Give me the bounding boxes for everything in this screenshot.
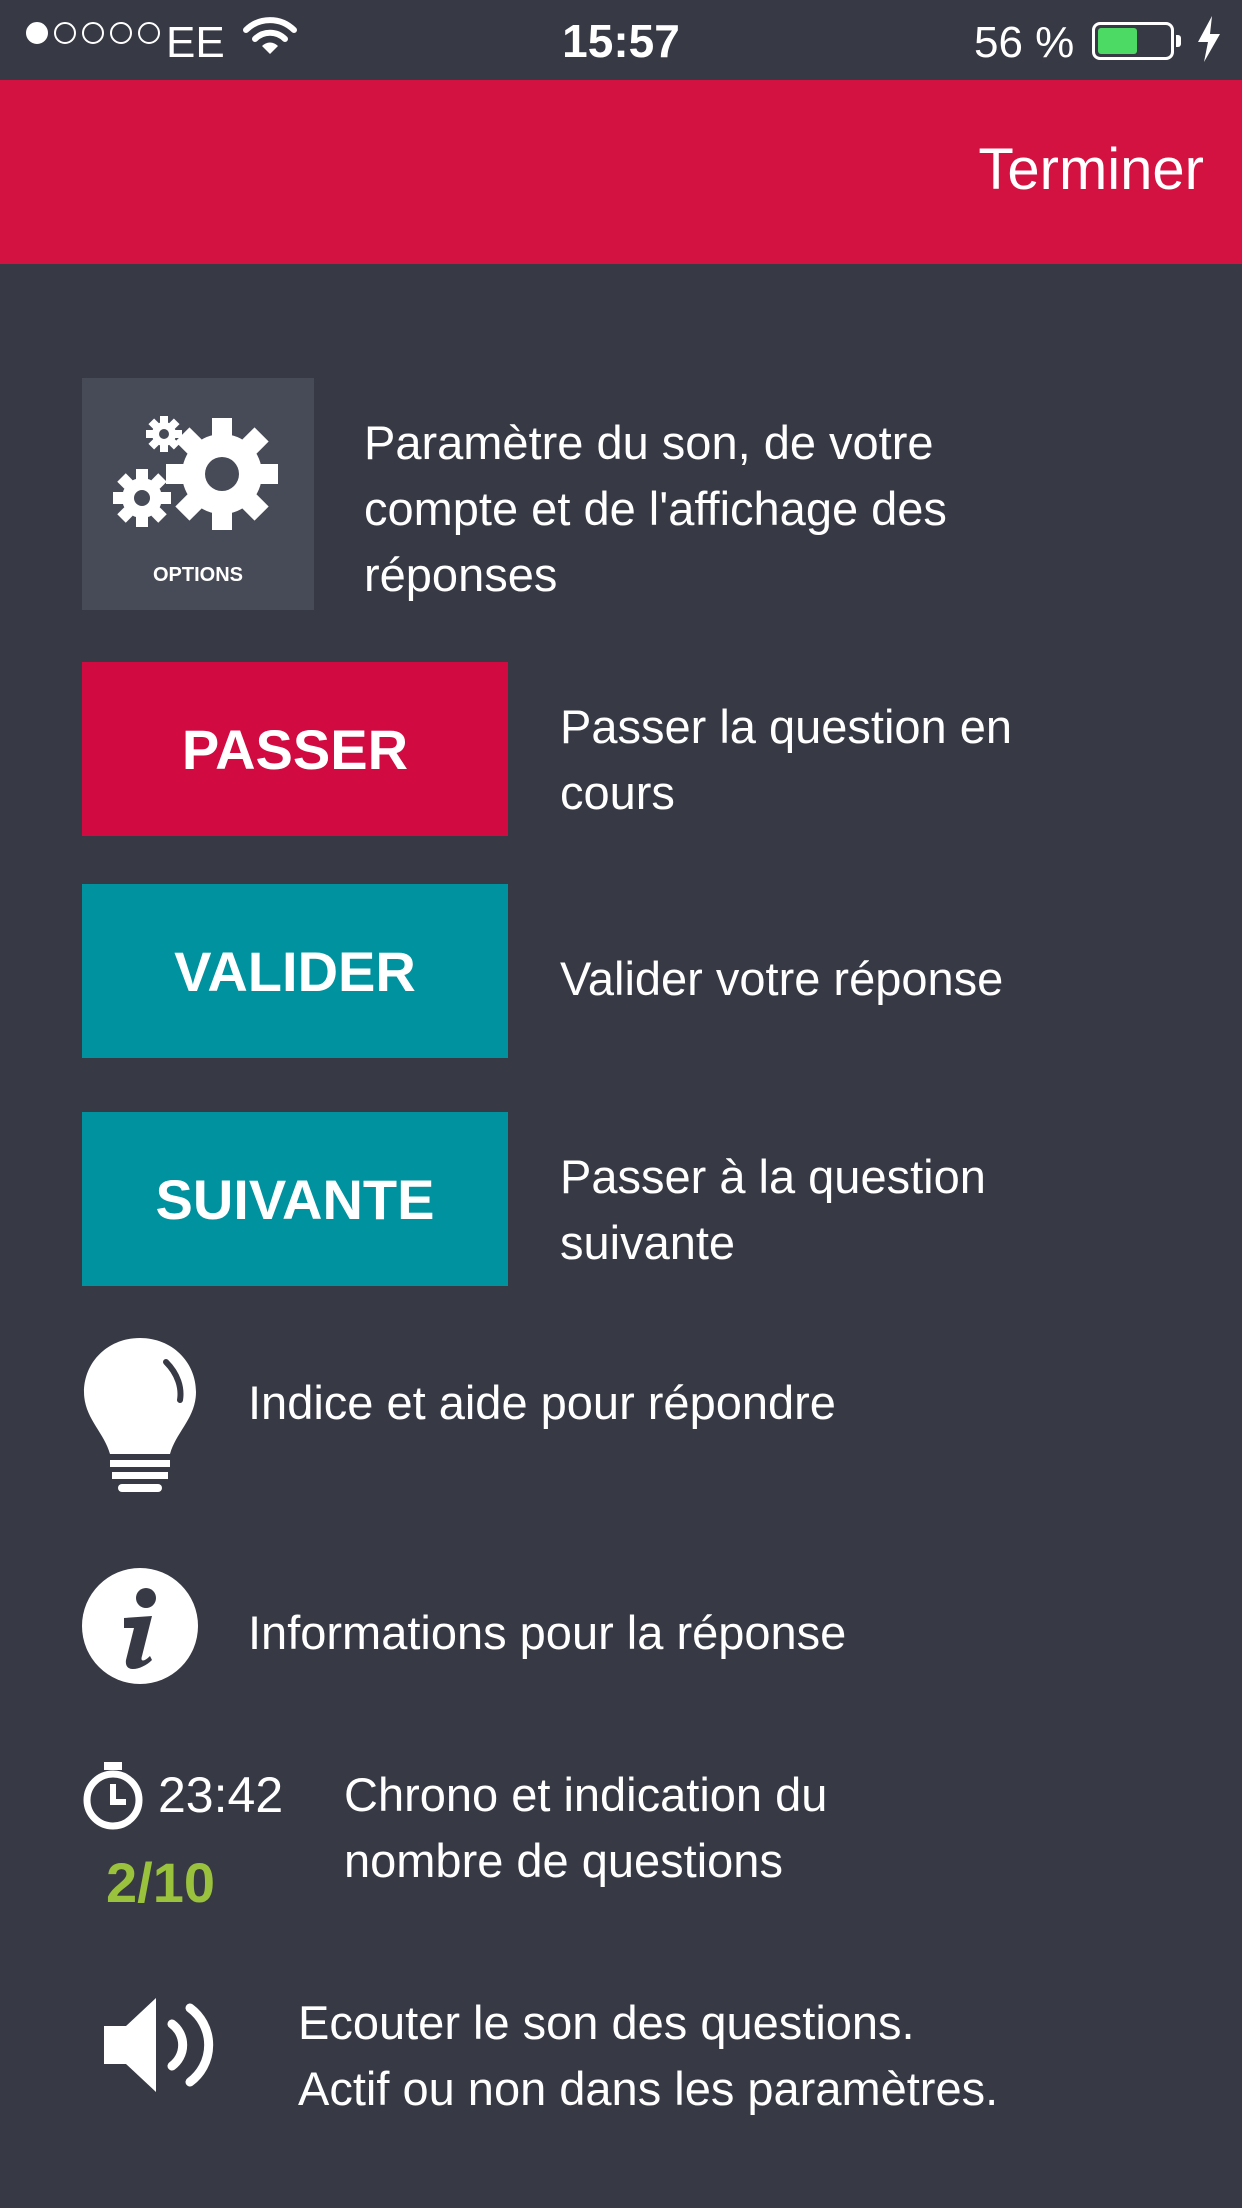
stopwatch-icon bbox=[80, 1762, 146, 1835]
finish-button[interactable]: Terminer bbox=[978, 136, 1204, 203]
description-line: suivante bbox=[560, 1216, 736, 1269]
description-line: nombre de questions bbox=[344, 1834, 783, 1887]
hint-description: Indice et aide pour répondre bbox=[248, 1376, 836, 1429]
validate-description: Valider votre réponse bbox=[560, 946, 1003, 1012]
next-description: Passer à la question suivante bbox=[560, 1144, 986, 1276]
next-button-sample: SUIVANTE bbox=[82, 1112, 508, 1286]
description-line: Passer à la question bbox=[560, 1150, 986, 1203]
description-line: Actif ou non dans les paramètres. bbox=[298, 2062, 999, 2115]
options-tile-label: OPTIONS bbox=[152, 564, 243, 586]
speaker-icon bbox=[100, 1990, 240, 2105]
options-button-sample: OPTIONS bbox=[82, 378, 314, 610]
info-description: Informations pour la réponse bbox=[248, 1606, 847, 1659]
charging-bolt-icon bbox=[1196, 16, 1222, 73]
description-line: Chrono et indication du bbox=[344, 1768, 828, 1821]
description-line: Valider votre réponse bbox=[560, 952, 1004, 1005]
timer-value: 23:42 bbox=[158, 1767, 284, 1823]
description-line: réponses bbox=[364, 548, 558, 601]
battery-percent: 56 % bbox=[974, 18, 1075, 67]
description-line: Ecouter le son des questions. bbox=[298, 1996, 915, 2049]
options-description: Paramètre du son, de votre compte et de … bbox=[364, 410, 947, 608]
header-bar: Terminer bbox=[0, 80, 1242, 264]
status-bar: EE 15:57 56 % bbox=[0, 0, 1242, 80]
description-line: Passer la question en bbox=[560, 700, 1013, 753]
sound-description: Ecouter le son des questions. Actif ou n… bbox=[298, 1990, 998, 2122]
info-icon bbox=[80, 1566, 200, 1691]
question-count: 2/10 bbox=[106, 1851, 215, 1914]
validate-button-sample: VALIDER bbox=[82, 884, 508, 1058]
skip-description: Passer la question en cours bbox=[560, 694, 1012, 826]
description-line: compte et de l'affichage des bbox=[364, 482, 947, 535]
skip-button-sample: PASSER bbox=[82, 662, 508, 836]
gears-icon bbox=[113, 416, 278, 530]
description-line: Paramètre du son, de votre bbox=[364, 416, 934, 469]
timer-description: Chrono et indication du nombre de questi… bbox=[344, 1762, 827, 1894]
battery-icon bbox=[1092, 22, 1181, 60]
description-line: cours bbox=[560, 766, 675, 819]
lightbulb-icon bbox=[80, 1334, 200, 1499]
